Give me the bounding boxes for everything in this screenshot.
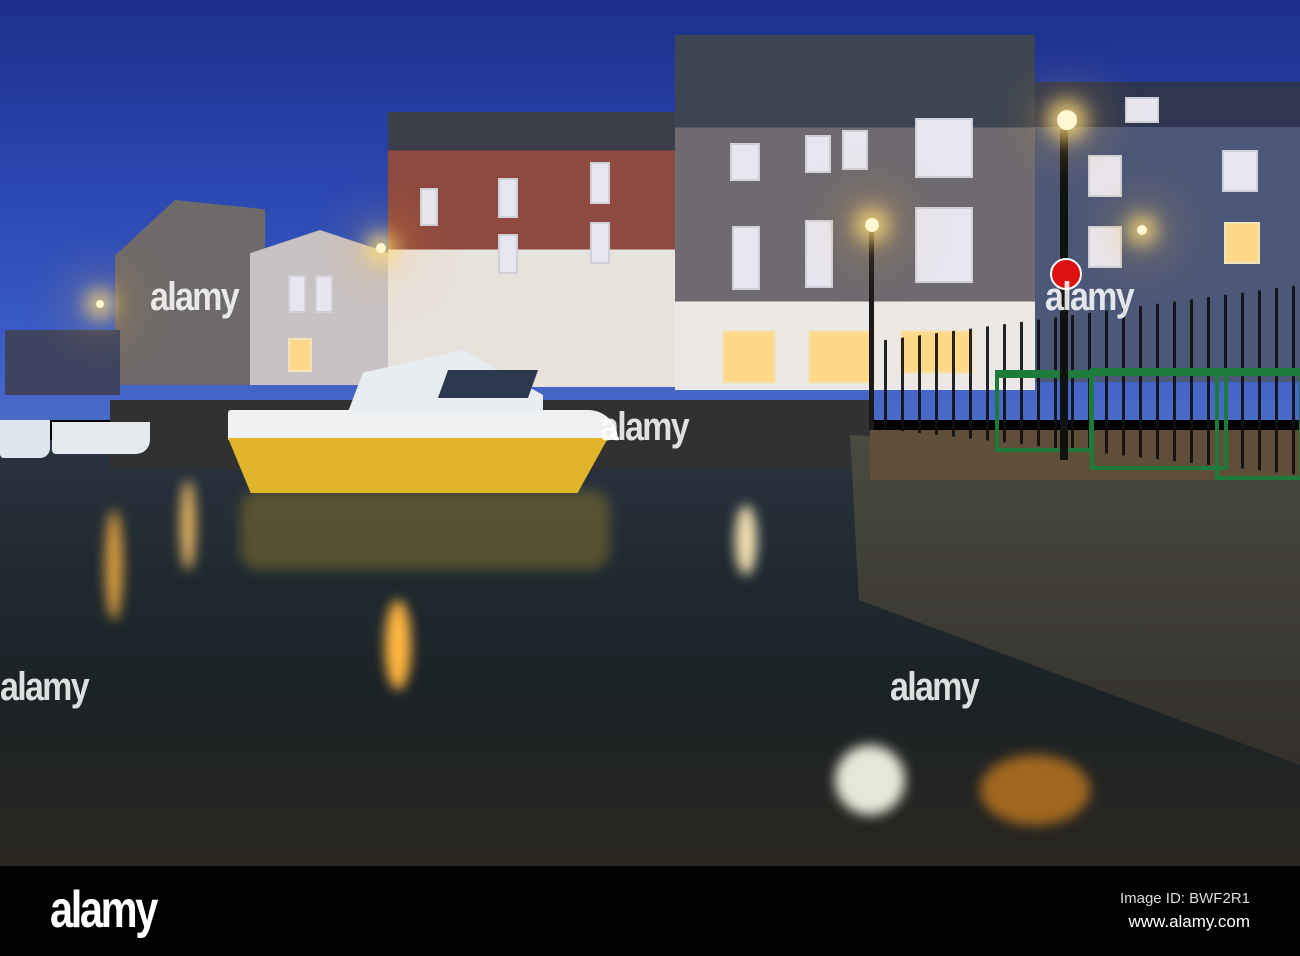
window xyxy=(915,207,973,283)
watermark: alamy xyxy=(0,665,90,709)
street-lamp-light xyxy=(1137,225,1147,235)
window xyxy=(590,222,610,264)
window xyxy=(915,118,973,178)
window xyxy=(1088,155,1122,197)
window xyxy=(288,275,306,313)
watermark: alamy xyxy=(150,275,240,319)
street-lamp-light xyxy=(865,218,879,232)
small-boat xyxy=(52,422,150,454)
green-bench xyxy=(995,370,1093,452)
window xyxy=(732,226,760,290)
watermark: alamy xyxy=(1045,275,1135,319)
window xyxy=(1088,226,1122,268)
light-reflection xyxy=(180,480,196,570)
shop-window xyxy=(808,330,872,384)
shop-window xyxy=(722,330,776,384)
street-lamp-light xyxy=(376,243,386,253)
watermark: alamy xyxy=(600,405,690,449)
lit-window xyxy=(1224,222,1260,264)
watermark: alamy xyxy=(890,665,980,709)
image-id: Image ID: BWF2R1 xyxy=(1119,890,1250,907)
light-reflection xyxy=(980,755,1090,825)
street-lamp-light xyxy=(1057,110,1077,130)
window xyxy=(805,220,833,288)
light-reflection xyxy=(735,505,757,575)
window xyxy=(805,135,831,173)
boat-hull xyxy=(228,438,608,493)
boat-windows xyxy=(437,370,539,398)
boat-reflection xyxy=(240,490,610,570)
window xyxy=(590,162,610,204)
window xyxy=(498,234,518,274)
green-bench xyxy=(1215,368,1300,480)
street-lamp-light xyxy=(96,300,104,308)
small-boat xyxy=(0,420,50,458)
window xyxy=(730,143,760,181)
green-bench xyxy=(1090,368,1228,470)
yellow-motor-boat xyxy=(228,340,628,500)
harbour-night-photo: alamy alamy alamy alamy alamy alamy Imag… xyxy=(0,0,1300,956)
lamp-post xyxy=(869,230,874,430)
alamy-logo: alamy xyxy=(50,881,158,939)
window xyxy=(842,130,868,170)
light-reflection xyxy=(385,600,411,690)
far-left-cottage xyxy=(5,330,120,395)
window xyxy=(1222,150,1258,192)
site-url[interactable]: www.alamy.com xyxy=(1128,912,1250,932)
boat-deck xyxy=(228,410,618,440)
window xyxy=(420,188,438,226)
window xyxy=(1125,97,1159,123)
window xyxy=(315,275,333,313)
light-reflection xyxy=(105,510,123,620)
window xyxy=(498,178,518,218)
footer-bar xyxy=(0,866,1300,956)
light-reflection xyxy=(835,745,905,815)
